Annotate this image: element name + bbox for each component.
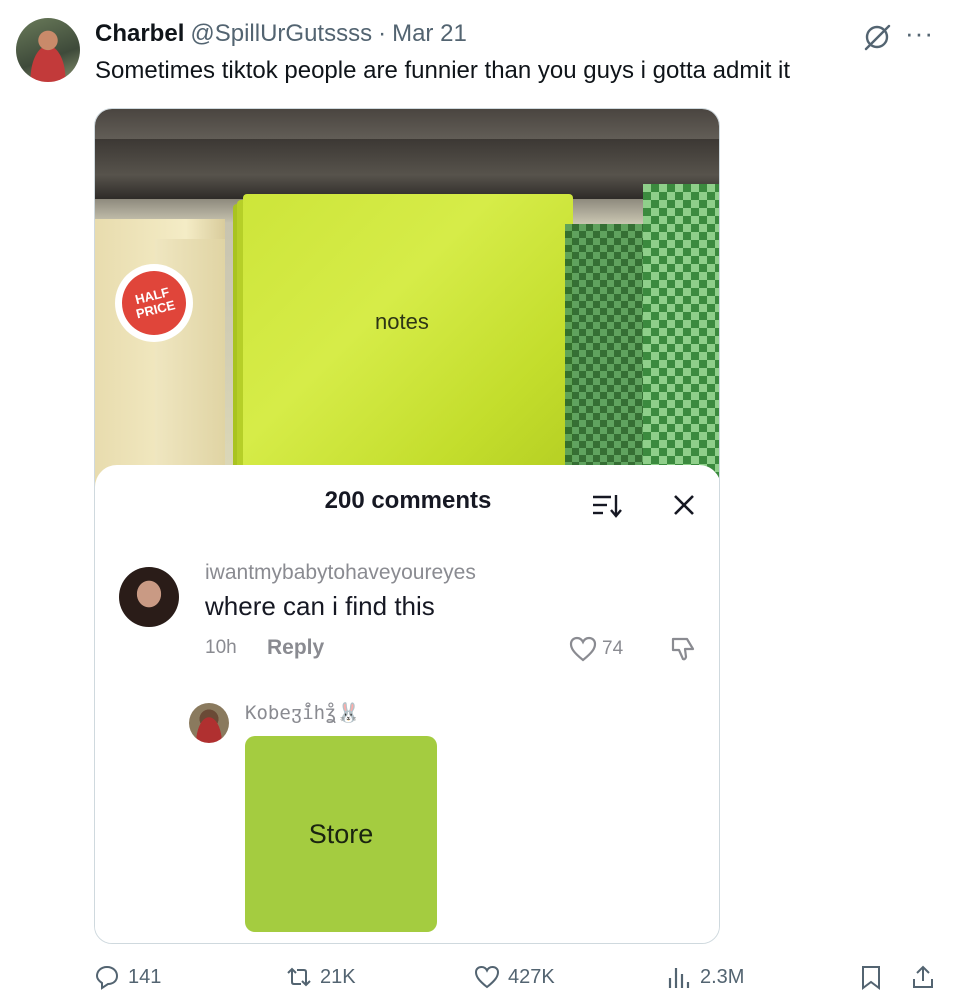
- bookmark-icon: [862, 966, 880, 990]
- repost-icon: [287, 967, 311, 987]
- views-count: 2.3M: [700, 965, 745, 988]
- share-icon: [913, 965, 933, 988]
- repost-button[interactable]: 21K: [286, 964, 356, 990]
- tweet-media[interactable]: HALF PRICE notes 200 comments iwantmybab…: [94, 108, 720, 944]
- close-icon[interactable]: [671, 492, 697, 518]
- more-icon[interactable]: ···: [905, 20, 937, 52]
- commenter-username[interactable]: iwantmybabytohaveyoureyes: [205, 561, 476, 585]
- like-count: 427K: [508, 965, 555, 988]
- reply-link[interactable]: Reply: [267, 636, 324, 660]
- reply-username[interactable]: Kobeჳ̊ihʓ̊🐰: [245, 701, 360, 724]
- notebook-label: notes: [375, 309, 429, 334]
- pixel-roll-2: [643, 184, 719, 489]
- half-price-sticker: HALF PRICE: [115, 264, 193, 342]
- author-name[interactable]: Charbel: [95, 20, 184, 48]
- comment-time: 10h: [205, 637, 237, 658]
- tweet-text: Sometimes tiktok people are funnier than…: [95, 57, 791, 84]
- dislike-icon[interactable]: [669, 635, 697, 663]
- store-label: Store: [308, 818, 374, 849]
- grok-icon[interactable]: [862, 22, 892, 52]
- commenter-avatar[interactable]: [119, 567, 179, 627]
- repost-count: 21K: [320, 965, 356, 988]
- action-bar: 141 21K 427K 2.3M: [0, 964, 959, 996]
- reply-button[interactable]: 141: [94, 964, 161, 990]
- tweet-date[interactable]: Mar 21: [392, 20, 467, 48]
- store-image: Store: [245, 736, 437, 932]
- comment-like-count: 74: [602, 638, 624, 659]
- views-icon: [668, 968, 690, 988]
- separator-dot: ·: [378, 20, 387, 47]
- shelf: [95, 139, 719, 199]
- green-notebook: [243, 194, 573, 489]
- share-button[interactable]: [910, 964, 936, 990]
- pixel-roll: [565, 224, 645, 489]
- views-button[interactable]: 2.3M: [666, 964, 744, 990]
- bookmark-button[interactable]: [858, 964, 884, 990]
- author-handle[interactable]: @SpillUrGutssss: [190, 20, 372, 48]
- like-icon: [474, 965, 500, 989]
- reply-icon: [95, 965, 119, 990]
- comment-text: where can i find this: [205, 591, 435, 621]
- like-button[interactable]: 427K: [474, 964, 555, 990]
- comments-title: 200 comments: [324, 487, 492, 514]
- sort-icon[interactable]: [591, 491, 623, 521]
- heart-icon[interactable]: [569, 636, 597, 662]
- profile-avatar[interactable]: [16, 18, 80, 82]
- tweet-header: Charbel @SpillUrGutssss · Mar 21: [95, 20, 467, 48]
- photo-background: HALF PRICE notes: [95, 109, 719, 489]
- reply-avatar[interactable]: [189, 703, 229, 743]
- reply-count: 141: [128, 965, 162, 988]
